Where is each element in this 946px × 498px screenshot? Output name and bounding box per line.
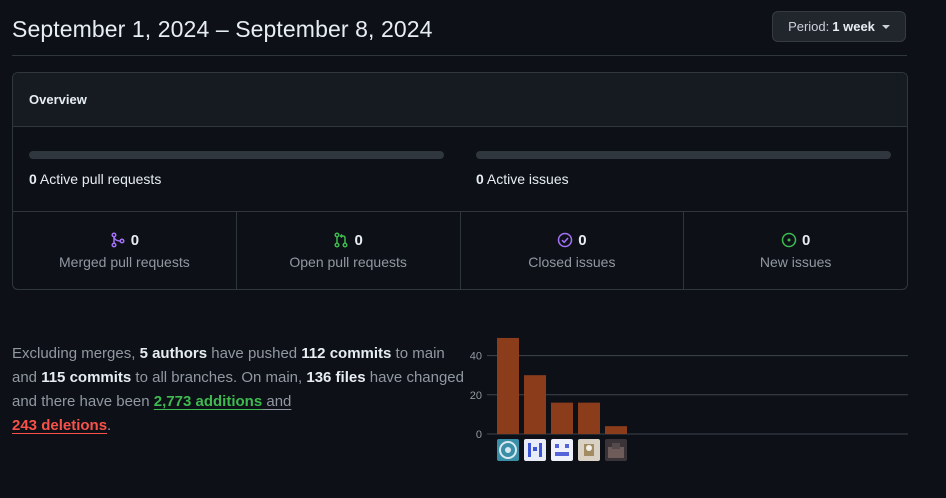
active-issues-label: Active issues (486, 171, 569, 187)
git-pull-request-icon (334, 232, 349, 248)
active-issues-link[interactable]: 0 Active issues (476, 171, 569, 187)
closed-issues-stat[interactable]: 0 Closed issues (461, 212, 685, 289)
files-changed-count: 136 files (306, 369, 366, 386)
closed-issues-count: 0 (578, 231, 587, 249)
identicon-icon (528, 443, 542, 457)
open-pull-requests-stat[interactable]: 0 Open pull requests (237, 212, 461, 289)
issues-progress-bar (476, 151, 891, 159)
merged-pull-requests-label: Merged pull requests (59, 253, 190, 270)
deletions-word: deletions (37, 417, 108, 434)
period-dropdown-button[interactable]: Period: 1 week (772, 11, 906, 42)
identicon-icon (555, 444, 569, 456)
period-label: Period: (788, 19, 830, 34)
open-pull-requests-count: 0 (354, 231, 363, 249)
commit-summary: Excluding merges, 5 authors have pushed … (12, 342, 467, 438)
issue-closed-icon (557, 232, 573, 248)
page-title: September 1, 2024 – September 8, 2024 (12, 16, 433, 42)
commits-main-count: 112 commits (301, 345, 392, 362)
active-pull-requests-count: 0 (29, 171, 37, 187)
avatar-5[interactable] (605, 439, 627, 461)
overview-progress-section: 0 Active pull requests 0 Active issues (13, 127, 907, 212)
identicon-icon (608, 443, 624, 458)
commit-bar-3[interactable] (551, 402, 573, 434)
additions-count: 2,773 (153, 393, 192, 410)
deletions-link[interactable]: 243 deletions (12, 417, 107, 434)
commit-bar-5[interactable] (605, 426, 627, 434)
new-issues-label: New issues (759, 253, 832, 270)
identicon-icon (584, 444, 594, 456)
issue-opened-icon (781, 232, 797, 248)
avatar-1[interactable] (497, 439, 519, 461)
overview-stats: 0 Merged pull requests 0 Open pull reque… (13, 212, 907, 289)
overview-panel: Overview 0 Active pull requests 0 Active… (12, 72, 908, 290)
avatar-3[interactable] (551, 439, 573, 461)
active-pull-requests-link[interactable]: 0 Active pull requests (29, 171, 161, 187)
active-pull-requests-label: Active pull requests (39, 171, 162, 187)
additions-word: additions (191, 393, 263, 410)
caret-down-icon (881, 25, 890, 29)
title-divider (12, 55, 907, 56)
new-issues-count: 0 (801, 231, 811, 249)
open-pull-requests-label: Open pull requests (289, 253, 407, 270)
closed-issues-label: Closed issues (528, 253, 616, 270)
summary-text: . (107, 417, 112, 434)
commit-bar-4[interactable] (578, 402, 600, 434)
summary-text: have pushed (207, 345, 302, 362)
commit-bar-2[interactable] (524, 375, 546, 434)
summary-text: to all branches. On main, (131, 369, 307, 386)
y-tick-label: 40 (470, 351, 482, 363)
deletions-count: 243 (12, 417, 38, 434)
merged-pull-requests-count: 0 (130, 231, 140, 249)
y-tick-label: 0 (476, 429, 482, 441)
pull-requests-progress-bar (29, 151, 444, 159)
authors-count: 5 authors (139, 345, 208, 362)
period-value: 1 week (832, 19, 875, 34)
overview-heading: Overview (13, 73, 907, 127)
summary-text: Excluding merges, (12, 345, 140, 362)
merged-pull-requests-stat[interactable]: 0 Merged pull requests (13, 212, 237, 289)
y-tick-label: 20 (470, 390, 482, 402)
git-merge-icon (111, 232, 125, 248)
commits-all-count: 115 commits (41, 369, 132, 386)
avatar-2[interactable] (524, 439, 546, 461)
additions-and-link[interactable]: and (262, 393, 291, 410)
active-issues-count: 0 (476, 171, 484, 187)
avatar-4[interactable] (578, 439, 600, 461)
commit-bar-1[interactable] (497, 337, 519, 434)
additions-link[interactable]: 2,773 additions (154, 393, 262, 410)
identicon-icon (499, 441, 517, 459)
new-issues-stat[interactable]: 0 New issues (684, 212, 907, 289)
